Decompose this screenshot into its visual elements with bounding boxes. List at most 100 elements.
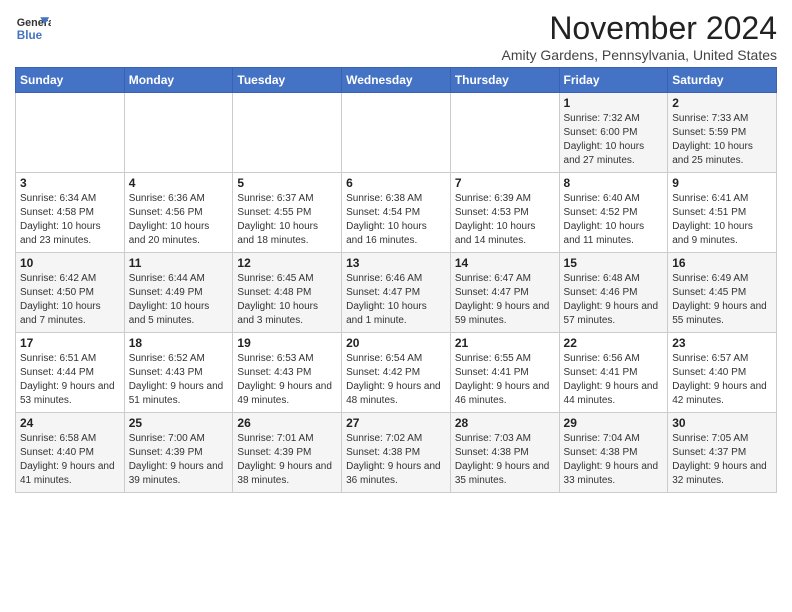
day-number: 22: [564, 336, 664, 350]
day-number: 1: [564, 96, 664, 110]
day-number: 19: [237, 336, 337, 350]
day-number: 6: [346, 176, 446, 190]
page-header: General Blue November 2024 Amity Gardens…: [15, 10, 777, 63]
calendar-cell: 15Sunrise: 6:48 AM Sunset: 4:46 PM Dayli…: [559, 253, 668, 333]
day-info: Sunrise: 6:57 AM Sunset: 4:40 PM Dayligh…: [672, 352, 772, 408]
calendar-cell: 26 Sunrise: 7:01 AM Sunset: 4:39 PM Dayli…: [233, 413, 342, 493]
calendar-cell: 29 Sunrise: 7:04 AM Sunset: 4:38 PM Dayli…: [559, 413, 668, 493]
day-number: 23: [672, 336, 772, 350]
day-info: Sunrise: 7:03 AM Sunset: 4:38 PM Dayligh…: [455, 432, 555, 488]
calendar-cell: 27Sunrise: 7:02 AM Sunset: 4:38 PM Dayli…: [342, 413, 451, 493]
calendar-cell: 12Sunrise: 6:45 AM Sunset: 4:48 PM Dayli…: [233, 253, 342, 333]
calendar-cell: 25 Sunrise: 7:00 AM Sunset: 4:39 PM Dayli…: [124, 413, 233, 493]
day-info: Sunrise: 7:04 AM Sunset: 4:38 PM Dayligh…: [564, 432, 664, 488]
calendar-cell: [450, 93, 559, 173]
day-info: Sunrise: 6:49 AM Sunset: 4:45 PM Dayligh…: [672, 272, 772, 328]
day-info: Sunrise: 7:02 AM Sunset: 4:38 PM Dayligh…: [346, 432, 446, 488]
day-info: Sunrise: 6:39 AM Sunset: 4:53 PM Dayligh…: [455, 192, 555, 248]
weekday-header-saturday: Saturday: [668, 68, 777, 93]
weekday-header-row: SundayMondayTuesdayWednesdayThursdayFrid…: [16, 68, 777, 93]
calendar-cell: 14 Sunrise: 6:47 AM Sunset: 4:47 PM Dayli…: [450, 253, 559, 333]
calendar-cell: 11 Sunrise: 6:44 AM Sunset: 4:49 PM Dayli…: [124, 253, 233, 333]
day-info: Sunrise: 6:52 AM Sunset: 4:43 PM Dayligh…: [129, 352, 229, 408]
calendar-cell: 30 Sunrise: 7:05 AM Sunset: 4:37 PM Dayli…: [668, 413, 777, 493]
day-number: 20: [346, 336, 446, 350]
logo: General Blue: [15, 10, 51, 46]
logo-icon: General Blue: [15, 10, 51, 46]
day-info: Sunrise: 6:36 AM Sunset: 4:56 PM Dayligh…: [129, 192, 229, 248]
calendar-cell: 24Sunrise: 6:58 AM Sunset: 4:40 PM Dayli…: [16, 413, 125, 493]
calendar-week-4: 17 Sunrise: 6:51 AM Sunset: 4:44 PM Dayli…: [16, 333, 777, 413]
weekday-header-wednesday: Wednesday: [342, 68, 451, 93]
calendar-cell: 3 Sunrise: 6:34 AM Sunset: 4:58 PM Daylig…: [16, 173, 125, 253]
day-info: Sunrise: 7:00 AM Sunset: 4:39 PM Dayligh…: [129, 432, 229, 488]
day-info: Sunrise: 6:51 AM Sunset: 4:44 PM Dayligh…: [20, 352, 120, 408]
calendar-cell: 22 Sunrise: 6:56 AM Sunset: 4:41 PM Dayli…: [559, 333, 668, 413]
day-info: Sunrise: 7:05 AM Sunset: 4:37 PM Dayligh…: [672, 432, 772, 488]
calendar-cell: 7Sunrise: 6:39 AM Sunset: 4:53 PM Daylig…: [450, 173, 559, 253]
day-info: Sunrise: 6:42 AM Sunset: 4:50 PM Dayligh…: [20, 272, 120, 328]
calendar-cell: 20 Sunrise: 6:54 AM Sunset: 4:42 PM Dayli…: [342, 333, 451, 413]
month-title: November 2024: [502, 10, 777, 47]
weekday-header-friday: Friday: [559, 68, 668, 93]
calendar-cell: 18 Sunrise: 6:52 AM Sunset: 4:43 PM Dayli…: [124, 333, 233, 413]
day-number: 26: [237, 416, 337, 430]
calendar-cell: 10 Sunrise: 6:42 AM Sunset: 4:50 PM Dayli…: [16, 253, 125, 333]
day-number: 28: [455, 416, 555, 430]
day-number: 17: [20, 336, 120, 350]
calendar-cell: 16Sunrise: 6:49 AM Sunset: 4:45 PM Dayli…: [668, 253, 777, 333]
day-number: 8: [564, 176, 664, 190]
day-number: 25: [129, 416, 229, 430]
day-number: 29: [564, 416, 664, 430]
calendar-cell: 1 Sunrise: 7:32 AM Sunset: 6:00 PM Daylig…: [559, 93, 668, 173]
calendar-cell: 2 Sunrise: 7:33 AM Sunset: 5:59 PM Daylig…: [668, 93, 777, 173]
day-info: Sunrise: 6:41 AM Sunset: 4:51 PM Dayligh…: [672, 192, 772, 248]
day-info: Sunrise: 6:46 AM Sunset: 4:47 PM Dayligh…: [346, 272, 446, 328]
calendar-cell: [342, 93, 451, 173]
title-block: November 2024 Amity Gardens, Pennsylvani…: [502, 10, 777, 63]
day-number: 14: [455, 256, 555, 270]
calendar-week-5: 24Sunrise: 6:58 AM Sunset: 4:40 PM Dayli…: [16, 413, 777, 493]
weekday-header-tuesday: Tuesday: [233, 68, 342, 93]
weekday-header-thursday: Thursday: [450, 68, 559, 93]
day-number: 18: [129, 336, 229, 350]
day-info: Sunrise: 7:32 AM Sunset: 6:00 PM Dayligh…: [564, 112, 664, 168]
calendar-cell: 17 Sunrise: 6:51 AM Sunset: 4:44 PM Dayli…: [16, 333, 125, 413]
calendar-week-2: 3 Sunrise: 6:34 AM Sunset: 4:58 PM Daylig…: [16, 173, 777, 253]
day-number: 2: [672, 96, 772, 110]
day-info: Sunrise: 6:47 AM Sunset: 4:47 PM Dayligh…: [455, 272, 555, 328]
day-number: 5: [237, 176, 337, 190]
day-number: 11: [129, 256, 229, 270]
day-info: Sunrise: 6:38 AM Sunset: 4:54 PM Dayligh…: [346, 192, 446, 248]
day-info: Sunrise: 6:44 AM Sunset: 4:49 PM Dayligh…: [129, 272, 229, 328]
calendar-cell: [16, 93, 125, 173]
day-info: Sunrise: 6:48 AM Sunset: 4:46 PM Dayligh…: [564, 272, 664, 328]
calendar-cell: 6 Sunrise: 6:38 AM Sunset: 4:54 PM Daylig…: [342, 173, 451, 253]
day-info: Sunrise: 6:37 AM Sunset: 4:55 PM Dayligh…: [237, 192, 337, 248]
day-number: 13: [346, 256, 446, 270]
calendar-cell: [233, 93, 342, 173]
day-info: Sunrise: 6:56 AM Sunset: 4:41 PM Dayligh…: [564, 352, 664, 408]
day-number: 10: [20, 256, 120, 270]
calendar-cell: [124, 93, 233, 173]
day-info: Sunrise: 6:54 AM Sunset: 4:42 PM Dayligh…: [346, 352, 446, 408]
day-number: 30: [672, 416, 772, 430]
calendar-week-1: 1 Sunrise: 7:32 AM Sunset: 6:00 PM Daylig…: [16, 93, 777, 173]
calendar-cell: 5 Sunrise: 6:37 AM Sunset: 4:55 PM Daylig…: [233, 173, 342, 253]
day-number: 21: [455, 336, 555, 350]
calendar-cell: 8 Sunrise: 6:40 AM Sunset: 4:52 PM Daylig…: [559, 173, 668, 253]
day-info: Sunrise: 6:34 AM Sunset: 4:58 PM Dayligh…: [20, 192, 120, 248]
day-number: 3: [20, 176, 120, 190]
day-info: Sunrise: 6:53 AM Sunset: 4:43 PM Dayligh…: [237, 352, 337, 408]
day-info: Sunrise: 7:33 AM Sunset: 5:59 PM Dayligh…: [672, 112, 772, 168]
calendar-week-3: 10 Sunrise: 6:42 AM Sunset: 4:50 PM Dayli…: [16, 253, 777, 333]
svg-text:Blue: Blue: [17, 29, 43, 42]
day-number: 9: [672, 176, 772, 190]
day-info: Sunrise: 7:01 AM Sunset: 4:39 PM Dayligh…: [237, 432, 337, 488]
calendar-cell: 28 Sunrise: 7:03 AM Sunset: 4:38 PM Dayli…: [450, 413, 559, 493]
day-info: Sunrise: 6:40 AM Sunset: 4:52 PM Dayligh…: [564, 192, 664, 248]
day-info: Sunrise: 6:55 AM Sunset: 4:41 PM Dayligh…: [455, 352, 555, 408]
location: Amity Gardens, Pennsylvania, United Stat…: [502, 47, 777, 63]
day-number: 12: [237, 256, 337, 270]
day-number: 24: [20, 416, 120, 430]
